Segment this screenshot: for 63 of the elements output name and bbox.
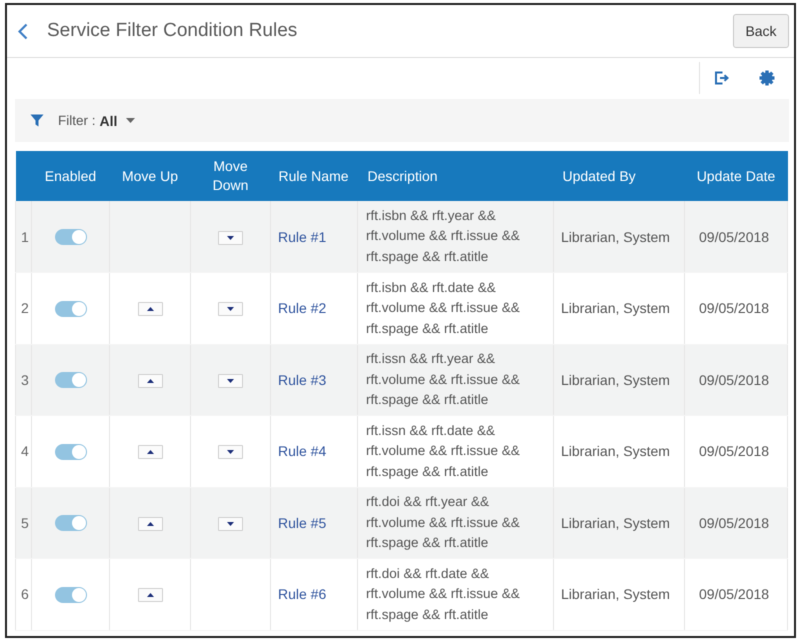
caret-up-icon <box>146 450 154 454</box>
filter-value[interactable]: All <box>100 112 118 128</box>
filter-label: Filter : <box>58 113 96 128</box>
update-date-cell: 09/05/2018 <box>684 558 788 630</box>
move-up-button[interactable] <box>138 302 162 316</box>
move-down-button[interactable] <box>218 302 243 316</box>
rule-name-link[interactable]: Rule #2 <box>278 300 326 316</box>
rule-name-link[interactable]: Rule #5 <box>278 514 326 531</box>
update-date-cell: 09/05/2018 <box>684 416 788 487</box>
column-header: Move Up <box>110 151 190 201</box>
move-up-button[interactable] <box>138 445 162 460</box>
column-header: Enabled <box>32 151 110 201</box>
back-chevron-icon[interactable] <box>18 22 28 40</box>
rule-name-link[interactable]: Rule #3 <box>278 372 326 388</box>
caret-down-icon <box>227 236 234 240</box>
rule-name-link[interactable]: Rule #1 <box>278 228 326 244</box>
page-title: Service Filter Condition Rules <box>47 20 298 42</box>
caret-icon[interactable] <box>126 118 136 123</box>
export-icon[interactable] <box>714 71 730 85</box>
row-number: 4 <box>16 416 32 487</box>
rule-name-link[interactable]: Rule #4 <box>278 443 326 460</box>
column-header: Description <box>358 151 554 201</box>
back-button[interactable]: Back <box>733 14 789 48</box>
row-number: 1 <box>16 201 32 272</box>
caret-down-icon <box>227 450 234 454</box>
move-up-button[interactable] <box>138 588 162 602</box>
settings-icon[interactable] <box>759 70 775 86</box>
caret-up-icon <box>146 522 154 526</box>
row-number: 6 <box>16 558 32 630</box>
column-header: Move Down <box>190 151 270 201</box>
rule-name-link[interactable]: Rule #6 <box>278 586 326 602</box>
enabled-toggle[interactable] <box>54 372 86 388</box>
caret-up-icon <box>146 378 154 383</box>
column-header: Rule Name <box>270 151 358 201</box>
column-header: Update Date <box>684 151 788 201</box>
updated-by-cell: Librarian, System <box>554 558 684 630</box>
row-number: 5 <box>16 487 32 558</box>
description-cell: rft.doi && rft.date && rft.volume && rft.issue && rft.spage && rft.atitle <box>358 558 554 630</box>
caret-up-icon <box>146 307 154 312</box>
row-number: 2 <box>16 272 32 344</box>
enabled-toggle[interactable] <box>54 444 86 460</box>
move-down-button[interactable] <box>218 374 243 388</box>
move-down-button[interactable] <box>218 516 243 531</box>
enabled-toggle[interactable] <box>54 586 86 603</box>
filter-icon[interactable] <box>30 114 44 127</box>
updated-by-cell: Librarian, System <box>554 416 684 487</box>
move-down-button[interactable] <box>218 230 243 245</box>
update-date-cell: 09/05/2018 <box>684 272 788 344</box>
column-header: Updated By <box>554 151 684 201</box>
move-up-button[interactable] <box>138 374 162 388</box>
description-cell: rft.isbn && rft.date && rft.volume && rft.issue && rft.spage && rft.atitle <box>358 272 554 344</box>
move-up-button[interactable] <box>138 516 162 531</box>
caret-down-icon <box>227 378 234 383</box>
caret-up-icon <box>146 593 154 598</box>
enabled-toggle[interactable] <box>54 515 86 532</box>
description-cell: rft.issn && rft.date && rft.volume && rft.issue && rft.spage && rft.atitle <box>358 416 554 487</box>
move-down-button[interactable] <box>218 445 243 460</box>
enabled-toggle[interactable] <box>54 229 86 246</box>
caret-down-icon <box>227 307 234 312</box>
enabled-toggle[interactable] <box>54 300 86 317</box>
caret-down-icon <box>227 522 234 526</box>
row-number: 3 <box>16 344 32 416</box>
updated-by-cell: Librarian, System <box>554 272 684 344</box>
